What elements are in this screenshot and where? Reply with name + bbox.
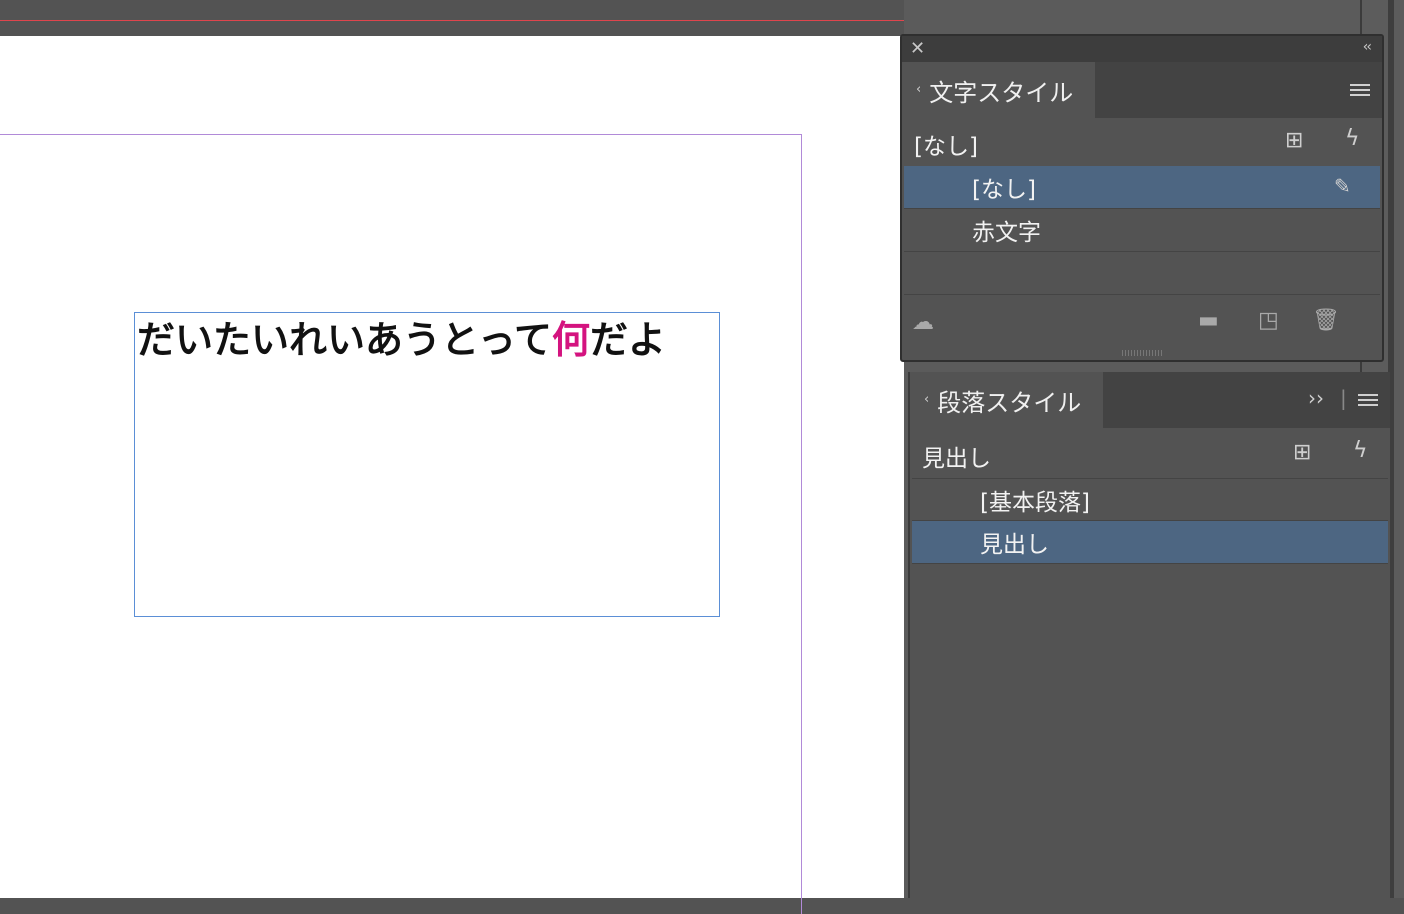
panel-tabbar: ‹ 文字スタイル bbox=[902, 62, 1382, 118]
lightning-icon[interactable]: ϟ bbox=[1353, 438, 1368, 463]
text-run: だいたいれいあうとって bbox=[137, 318, 552, 362]
lightning-icon[interactable]: ϟ bbox=[1345, 126, 1360, 151]
tab-paragraph-styles[interactable]: ‹ 段落スタイル bbox=[910, 372, 1104, 428]
tab-character-styles[interactable]: ‹ 文字スタイル bbox=[902, 62, 1096, 118]
paragraph-styles-panel: ‹ 段落スタイル ›› | 見出し ⊞ ϟ [基本段落] 見出し bbox=[908, 372, 1390, 898]
pencil-crossed-icon: ✎ bbox=[1334, 174, 1351, 198]
updown-arrow-icon: ‹ bbox=[924, 392, 930, 407]
list-item[interactable]: [基本段落] bbox=[912, 478, 1388, 521]
list-item-label: [基本段落] bbox=[980, 489, 1090, 516]
cloud-library-icon[interactable]: ☁ bbox=[912, 310, 934, 335]
new-style-icon[interactable]: ◳ bbox=[1258, 308, 1279, 333]
text-run: だよ bbox=[589, 318, 666, 362]
text-run-red: 何 bbox=[551, 318, 590, 362]
panel-menu-icon[interactable] bbox=[1358, 394, 1378, 408]
resize-grip[interactable] bbox=[1122, 350, 1162, 356]
panel-footer: ☁ ▬ ◳ 🗑 bbox=[902, 300, 1382, 348]
current-style-label: [なし] bbox=[914, 134, 978, 160]
list-item-label: 赤文字 bbox=[972, 220, 1041, 246]
tab-label: 文字スタイル bbox=[929, 78, 1074, 107]
list-item[interactable]: 見出し bbox=[912, 521, 1388, 564]
divider: | bbox=[1340, 386, 1347, 410]
panel-menu-icon[interactable] bbox=[1350, 84, 1370, 98]
current-style-row: [なし] ⊞ ϟ bbox=[902, 122, 1382, 166]
tab-label: 段落スタイル bbox=[937, 388, 1082, 417]
double-chevron-left-icon[interactable]: ‹‹ bbox=[1363, 39, 1372, 55]
style-list: [基本段落] 見出し bbox=[912, 478, 1388, 568]
list-item[interactable]: 赤文字 bbox=[904, 209, 1380, 252]
double-chevron-right-icon[interactable]: ›› bbox=[1308, 386, 1324, 410]
bleed-guide bbox=[0, 20, 916, 21]
current-style-label: 見出し bbox=[922, 446, 991, 472]
panel-titlebar[interactable]: ✕ ‹‹ bbox=[902, 36, 1382, 62]
frame-text[interactable]: だいたいれいあうとって何だよ bbox=[137, 309, 666, 364]
new-style-from-selection-icon[interactable]: ⊞ bbox=[1293, 440, 1311, 465]
list-item-label: 見出し bbox=[980, 532, 1049, 558]
character-styles-panel: ✕ ‹‹ ‹ 文字スタイル [なし] ⊞ ϟ [なし] ✎ 赤文字 ☁ ▬ ◳ … bbox=[900, 34, 1384, 362]
updown-arrow-icon: ‹ bbox=[916, 82, 922, 97]
panel-tabbar: ‹ 段落スタイル ›› | bbox=[910, 372, 1390, 428]
trash-icon[interactable]: 🗑 bbox=[1312, 308, 1340, 333]
folder-icon[interactable]: ▬ bbox=[1198, 308, 1219, 333]
current-style-row: 見出し ⊞ ϟ bbox=[910, 434, 1390, 478]
document-canvas[interactable]: だいたいれいあうとって何だよ bbox=[0, 0, 916, 914]
empty-list-row bbox=[904, 252, 1380, 295]
list-item[interactable]: [なし] ✎ bbox=[904, 166, 1380, 209]
close-icon[interactable]: ✕ bbox=[910, 38, 925, 59]
new-style-from-selection-icon[interactable]: ⊞ bbox=[1285, 128, 1303, 153]
text-frame[interactable]: だいたいれいあうとって何だよ bbox=[134, 312, 720, 617]
list-item-label: [なし] bbox=[972, 177, 1036, 203]
style-list: [なし] ✎ 赤文字 bbox=[904, 166, 1380, 298]
